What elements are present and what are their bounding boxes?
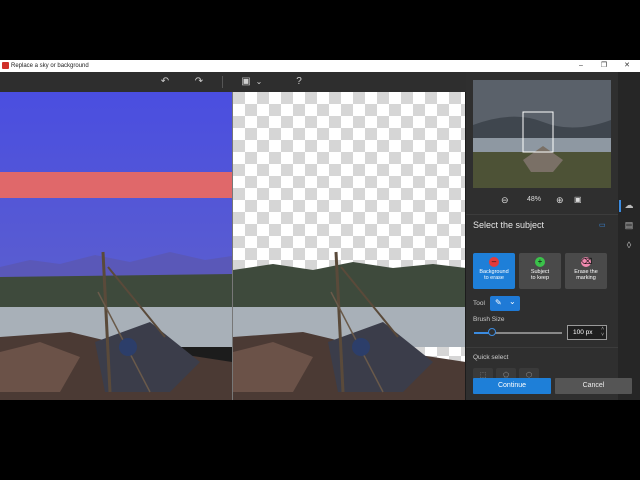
mode-label-line2: to erase (484, 275, 504, 281)
quick-select-label: Quick select (473, 354, 509, 361)
active-rail-indicator (619, 200, 621, 212)
background-to-erase-button[interactable]: – Background to erase (473, 253, 515, 289)
original-image[interactable] (0, 92, 232, 400)
panel-title: Select the subject (473, 220, 545, 230)
eraser-icon: ⌫ (581, 257, 593, 267)
chevron-down-icon[interactable]: ⌄ (254, 75, 264, 89)
brush-icon: ✎ (495, 298, 502, 307)
chevron-down-icon: ⌄ (509, 297, 516, 306)
tool-dropdown[interactable]: ✎ ⌄ (490, 296, 520, 311)
redo-icon[interactable]: ↷ (192, 75, 206, 89)
undo-icon[interactable]: ↶ (158, 75, 172, 89)
app-icon (2, 62, 9, 69)
zoom-controls: ⊖ 48% ⊕ ▣ (466, 192, 618, 208)
tool-label: Tool (473, 300, 485, 307)
minimize-button[interactable]: – (570, 60, 592, 72)
panel-divider (466, 214, 618, 215)
drop-icon[interactable]: ◊ (624, 240, 634, 250)
canvas-area (0, 92, 466, 400)
app-window: Replace a sky or background – ❐ ✕ ↶ ↷ ▣ … (0, 60, 640, 400)
erase-marking-button[interactable]: ⌫ Erase the marking (565, 253, 607, 289)
side-rail: ☁ ▤ ◊ (618, 72, 640, 400)
brush-size-value: 100 px (573, 329, 593, 336)
layers-icon[interactable]: ▤ (624, 220, 634, 230)
mode-label-line2: marking (576, 275, 596, 281)
subject-to-keep-button[interactable]: + Subject to keep (519, 253, 561, 289)
stepper-icon[interactable]: ˄ ˅ (601, 326, 604, 338)
panel-divider (466, 347, 618, 348)
side-panel: ⊖ 48% ⊕ ▣ Select the subject ▭ – Backgrou… (466, 72, 618, 400)
restore-button[interactable]: ❐ (593, 60, 615, 72)
close-button[interactable]: ✕ (616, 60, 638, 72)
continue-button[interactable]: Continue (473, 378, 551, 394)
zoom-out-icon[interactable]: ⊖ (501, 195, 509, 205)
window-title: Replace a sky or background (11, 63, 89, 69)
help-button[interactable]: ? (292, 75, 306, 89)
view-mode-icon[interactable]: ▣ (239, 75, 253, 89)
result-preview-pane (233, 92, 465, 400)
brush-size-slider-thumb[interactable] (487, 328, 496, 336)
title-bar: Replace a sky or background – ❐ ✕ (0, 60, 640, 72)
info-icon[interactable]: ▭ (599, 221, 606, 229)
navigator-thumbnail[interactable] (473, 80, 611, 188)
mode-label-line2: to keep (530, 275, 550, 281)
result-preview-image (233, 92, 465, 400)
cutout-icon[interactable]: ☁ (624, 200, 634, 210)
minus-circle-icon: – (489, 257, 499, 267)
toolbar: ↶ ↷ ▣ ⌄ ? (0, 72, 466, 92)
zoom-in-icon[interactable]: ⊕ (556, 195, 564, 205)
fit-to-screen-icon[interactable]: ▣ (574, 195, 582, 205)
original-image-pane[interactable] (0, 92, 232, 400)
plus-circle-icon: + (535, 257, 545, 267)
cancel-button[interactable]: Cancel (555, 378, 632, 394)
brush-size-input[interactable]: 100 px ˄ ˅ (567, 325, 607, 340)
zoom-level: 48% (527, 196, 542, 203)
erase-marking-stroke (0, 172, 232, 198)
toolbar-divider (222, 76, 223, 88)
brush-size-label: Brush Size (473, 316, 505, 323)
